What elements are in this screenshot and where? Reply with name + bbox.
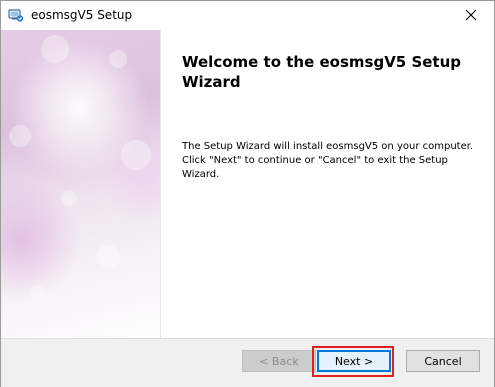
- back-button[interactable]: < Back: [242, 350, 316, 372]
- welcome-description: The Setup Wizard will install eosmsgV5 o…: [182, 140, 487, 182]
- window-title: eosmsgV5 Setup: [31, 8, 133, 22]
- title-bar[interactable]: eosmsgV5 Setup: [1, 1, 494, 30]
- description-line-1: The Setup Wizard will install eosmsgV5 o…: [182, 141, 474, 152]
- cancel-button[interactable]: Cancel: [406, 350, 480, 372]
- description-line-2: Click "Next" to continue or "Cancel" to …: [182, 155, 448, 180]
- panel-divider: [160, 30, 161, 338]
- close-button[interactable]: [448, 1, 494, 30]
- setup-window: eosmsgV5 Setup Welcome to the eosmsgV5 S…: [0, 0, 495, 387]
- wizard-side-banner: [1, 30, 160, 338]
- close-icon: [465, 6, 477, 25]
- welcome-heading: Welcome to the eosmsgV5 Setup Wizard: [182, 53, 462, 91]
- next-button[interactable]: Next >: [317, 350, 391, 372]
- installer-icon: [8, 7, 24, 23]
